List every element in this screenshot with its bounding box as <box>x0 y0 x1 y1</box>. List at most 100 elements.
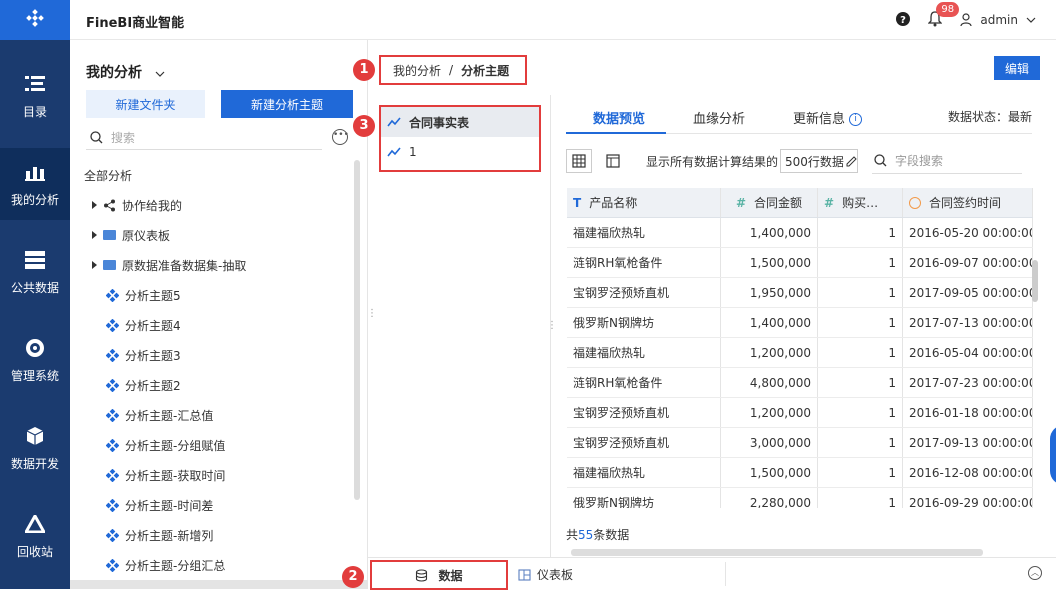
table-cell: 2016-09-29 00:00:00 <box>903 488 1033 508</box>
divider <box>725 562 726 586</box>
grid-view-button[interactable] <box>566 149 592 173</box>
table-view-button[interactable] <box>600 149 626 173</box>
caret-right-icon[interactable] <box>92 231 97 239</box>
nav-item-3[interactable]: 管理系统 <box>0 324 70 396</box>
user-name: admin <box>980 13 1018 27</box>
nav-item-2[interactable]: 公共数据 <box>0 236 70 308</box>
dataset-icon <box>387 117 401 127</box>
breadcrumb-parent[interactable]: 我的分析 <box>393 62 441 79</box>
grid-vertical-scrollbar[interactable] <box>1032 260 1038 302</box>
table-row[interactable]: 俄罗斯N钢牌坊 2,280,000 1 2016-09-29 00:00:00 <box>567 488 1033 508</box>
column-header[interactable]: T 产品名称 <box>567 188 721 217</box>
subject-icon <box>106 288 119 302</box>
logo-icon <box>26 9 44 27</box>
dashboard-tab[interactable]: 仪表板 <box>518 566 573 583</box>
table-cell: 1,500,000 <box>721 458 818 487</box>
main-nav: 目录我的分析公共数据管理系统数据开发回收站 <box>0 0 70 589</box>
user-menu[interactable]: admin <box>960 13 1036 27</box>
subject-icon <box>106 318 119 332</box>
nav-item-1[interactable]: 我的分析 <box>0 148 70 220</box>
tab-update-info[interactable]: 更新信息 i <box>793 108 863 127</box>
tree-item-label: 分析主题-分组赋值 <box>125 438 226 453</box>
tab-lineage[interactable]: 血缘分析 <box>693 108 745 127</box>
folder-item[interactable]: 原数据准备数据集-抽取 <box>70 250 354 280</box>
field-search-input[interactable]: 字段搜索 <box>872 148 1022 174</box>
analysis-subject-item[interactable]: 分析主题-汇总值 <box>70 400 354 430</box>
table-cell: 1 <box>818 398 903 427</box>
caret-right-icon[interactable] <box>92 201 97 209</box>
table-cell: 1,400,000 <box>721 308 818 337</box>
data-tab[interactable]: 数据 <box>370 560 508 590</box>
analysis-subject-item[interactable]: 分析主题-分组汇总 <box>70 550 354 580</box>
analysis-subject-item[interactable]: 分析主题2 <box>70 370 354 400</box>
dataset-icon <box>387 147 401 157</box>
table-row[interactable]: 福建福欣热轧 1,400,000 1 2016-05-20 00:00:00 <box>567 218 1033 248</box>
svg-text:?: ? <box>900 15 906 26</box>
table-row[interactable]: 宝钢罗泾预矫直机 3,000,000 1 2017-09-13 00:00:00 <box>567 428 1033 458</box>
table-row[interactable]: 俄罗斯N钢牌坊 1,400,000 1 2017-07-13 00:00:00 <box>567 308 1033 338</box>
nav-item-5[interactable]: 回收站 <box>0 500 70 572</box>
new-folder-button[interactable]: 新建文件夹 <box>86 90 205 118</box>
panel-title[interactable]: 我的分析 <box>86 62 165 82</box>
table-row[interactable]: 宝钢罗泾预矫直机 1,950,000 1 2017-09-05 00:00:00 <box>567 278 1033 308</box>
table-row[interactable]: 宝钢罗泾预矫直机 1,200,000 1 2016-01-18 00:00:00 <box>567 398 1033 428</box>
analysis-subject-item[interactable]: 分析主题5 <box>70 280 354 310</box>
table-row[interactable]: 福建福欣热轧 1,200,000 1 2016-05-04 00:00:00 <box>567 338 1033 368</box>
tree-scrollbar[interactable] <box>354 160 360 500</box>
help-icon[interactable]: ? <box>896 11 911 29</box>
analysis-subject-item[interactable]: 分析主题-新增列 <box>70 520 354 550</box>
analysis-subject-item[interactable]: 分析主题-时间差 <box>70 490 354 520</box>
row-limit-select[interactable]: 500行数据 <box>780 149 858 173</box>
caret-right-icon[interactable] <box>92 261 97 269</box>
folder-item[interactable]: 协作给我的 <box>70 190 354 220</box>
column-header[interactable]: 合同签约时间 <box>903 188 1033 217</box>
notification-button[interactable]: 98 <box>927 1 960 30</box>
table-cell: 1,200,000 <box>721 338 818 367</box>
more-icon[interactable]: ••• <box>332 129 349 145</box>
analysis-subject-item[interactable]: 分析主题3 <box>70 340 354 370</box>
active-tab-indicator <box>566 132 666 134</box>
nav-item-4[interactable]: 数据开发 <box>0 412 70 484</box>
column-header[interactable]: # 合同金额 <box>721 188 818 217</box>
notification-badge: 98 <box>936 1 960 17</box>
analysis-subject-item[interactable]: 分析主题-分组赋值 <box>70 430 354 460</box>
drag-handle-icon[interactable]: ⋮ <box>367 308 377 320</box>
folder-icon <box>103 260 116 270</box>
table-row[interactable]: 福建福欣热轧 1,500,000 1 2016-12-08 00:00:00 <box>567 458 1033 488</box>
tree-root[interactable]: 全部分析 <box>84 167 132 184</box>
table-cell: 涟钢RH氧枪备件 <box>567 368 721 397</box>
search-input[interactable]: 搜索 <box>86 126 322 150</box>
table-item-1[interactable]: 1 <box>381 137 539 167</box>
table-item-contract-fact[interactable]: 合同事实表 <box>381 107 539 137</box>
table-cell: 1 <box>818 338 903 367</box>
nav-label: 目录 <box>22 104 47 119</box>
table-cell: 1 <box>818 488 903 508</box>
tab-data-preview[interactable]: 数据预览 <box>593 108 645 127</box>
floating-assistant-icon[interactable] <box>1050 425 1056 485</box>
analysis-icon <box>24 161 46 183</box>
folder-item[interactable]: 原仪表板 <box>70 220 354 250</box>
analysis-subject-item[interactable]: 分析主题-获取时间 <box>70 460 354 490</box>
share-icon <box>103 199 116 212</box>
table-cell: 2017-09-05 00:00:00 <box>903 278 1033 307</box>
edit-button[interactable]: 编辑 <box>994 56 1040 80</box>
tree-item-label: 分析主题-新增列 <box>125 528 214 543</box>
drag-handle-icon[interactable]: ⋮ <box>547 320 557 332</box>
user-icon <box>960 13 972 27</box>
collapse-icon[interactable]: ︿ <box>1028 566 1042 580</box>
grid-body: 福建福欣热轧 1,400,000 1 2016-05-20 00:00:00 涟钢RH氧… <box>567 218 1033 508</box>
table-cell: 2016-05-04 00:00:00 <box>903 338 1033 367</box>
main-area: 1 我的分析 / 分析主题 编辑 3 合同事实表 1 ⋮ ⋮ 数据预览 血缘分析… <box>353 40 1056 557</box>
panel-footer <box>70 580 368 589</box>
table-row[interactable]: 涟钢RH氧枪备件 4,800,000 1 2017-07-23 00:00:00 <box>567 368 1033 398</box>
tree-item-label: 分析主题5 <box>125 288 181 303</box>
subject-icon <box>106 498 119 512</box>
table-row[interactable]: 涟钢RH氧枪备件 1,500,000 1 2016-09-07 00:00:00 <box>567 248 1033 278</box>
grid-horizontal-scrollbar[interactable] <box>567 549 1033 556</box>
column-header[interactable]: # 购买… <box>818 188 903 217</box>
table-cell: 1 <box>818 218 903 247</box>
logo[interactable] <box>0 0 70 40</box>
analysis-subject-item[interactable]: 分析主题4 <box>70 310 354 340</box>
new-subject-button[interactable]: 新建分析主题 <box>221 90 353 118</box>
nav-item-0[interactable]: 目录 <box>0 60 70 132</box>
